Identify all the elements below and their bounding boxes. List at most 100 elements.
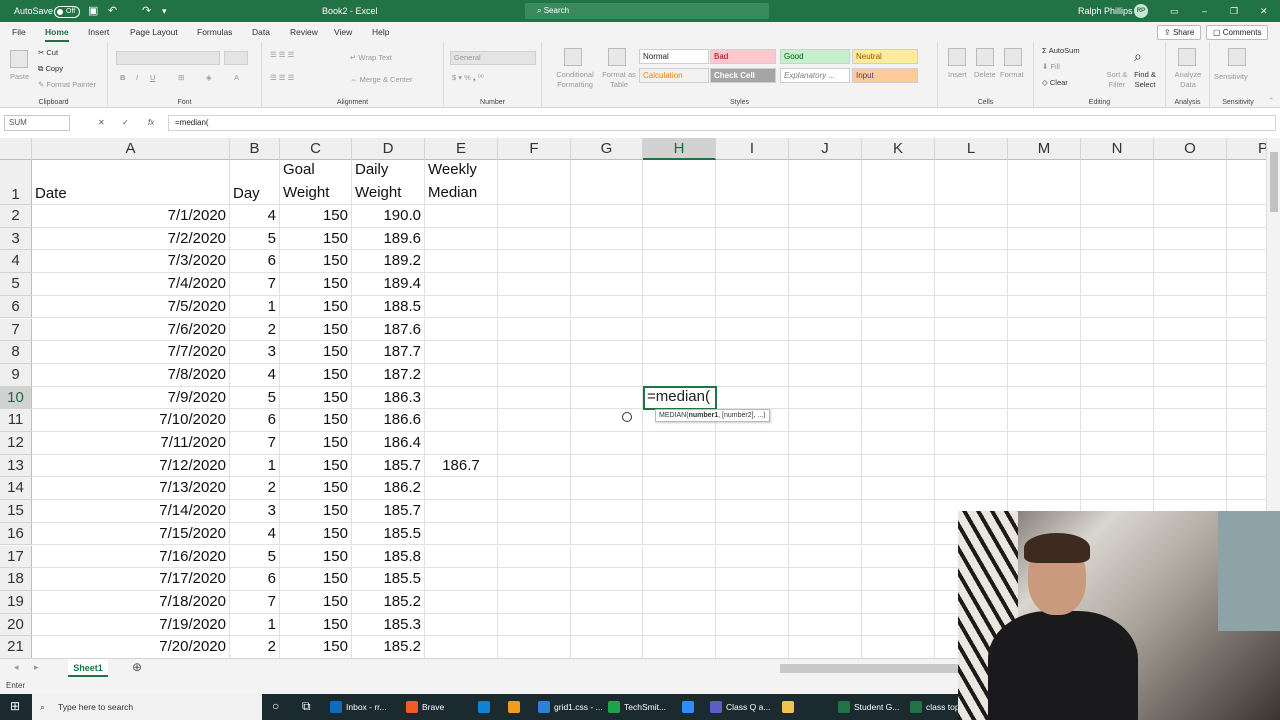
align-left-icon[interactable]: ☰ ☰ ☰ — [270, 73, 294, 82]
row-header-3[interactable]: 3 — [0, 227, 32, 251]
cell-daily[interactable]: 185.3 — [352, 613, 425, 637]
table-cell[interactable] — [1154, 250, 1227, 274]
restore-icon[interactable]: ❐ — [1230, 0, 1238, 22]
header-cell-a[interactable]: Date — [32, 160, 230, 205]
row-header-2[interactable]: 2 — [0, 205, 32, 228]
cell-median[interactable] — [425, 613, 498, 637]
cell-day[interactable]: 4 — [230, 522, 280, 546]
table-cell[interactable] — [571, 386, 643, 410]
cell-daily[interactable]: 189.2 — [352, 250, 425, 274]
taskbar-app-7[interactable]: Class Q a... — [708, 694, 770, 720]
row-header-9[interactable]: 9 — [0, 363, 32, 387]
column-header-i[interactable]: I — [716, 138, 789, 160]
format-cells-button[interactable]: Format — [1000, 70, 1024, 79]
row-header-17[interactable]: 17 — [0, 545, 32, 569]
table-cell[interactable] — [1008, 205, 1081, 228]
table-cell[interactable] — [1081, 386, 1154, 410]
table-cell[interactable] — [498, 500, 571, 523]
taskbar-app-0[interactable]: Inbox - rr... — [328, 694, 387, 720]
tab-review[interactable]: Review — [290, 22, 318, 42]
table-cell[interactable] — [1154, 409, 1227, 432]
cell-daily[interactable]: 189.6 — [352, 227, 425, 251]
cell-date[interactable]: 7/14/2020 — [32, 500, 230, 523]
redo-icon[interactable]: ↷ — [142, 0, 151, 22]
table-cell[interactable] — [716, 590, 789, 614]
table-cell[interactable] — [1154, 295, 1227, 319]
table-cell[interactable] — [571, 295, 643, 319]
cell-day[interactable]: 7 — [230, 273, 280, 296]
table-cell[interactable] — [1008, 432, 1081, 455]
table-cell[interactable] — [643, 568, 716, 591]
table-cell[interactable] — [1227, 455, 1266, 478]
table-cell[interactable] — [862, 522, 935, 546]
format-as-table-button[interactable]: Format as Table — [600, 70, 638, 90]
column-header-d[interactable]: D — [352, 138, 425, 160]
table-cell[interactable] — [716, 432, 789, 455]
table-cell[interactable] — [716, 454, 789, 478]
table-cell[interactable] — [498, 568, 571, 591]
cell-daily[interactable]: 185.7 — [352, 454, 425, 478]
table-cell[interactable] — [571, 250, 643, 274]
table-cell[interactable] — [1227, 273, 1266, 296]
taskbar-app-3[interactable] — [506, 694, 524, 720]
row-header-6[interactable]: 6 — [0, 295, 32, 319]
table-cell[interactable] — [789, 613, 862, 637]
table-cell[interactable] — [1227, 296, 1266, 319]
cell-median[interactable] — [425, 477, 498, 501]
table-cell[interactable] — [498, 295, 571, 319]
column-header-h[interactable]: H — [643, 138, 716, 160]
table-cell[interactable] — [789, 273, 862, 296]
table-cell[interactable] — [1227, 205, 1266, 228]
table-cell[interactable] — [789, 545, 862, 569]
table-cell[interactable] — [716, 273, 789, 296]
cell-daily[interactable]: 190.0 — [352, 205, 425, 228]
table-cell[interactable] — [935, 454, 1008, 478]
cell-daily[interactable]: 188.5 — [352, 295, 425, 319]
table-cell[interactable] — [1227, 228, 1266, 251]
cell-median[interactable] — [425, 227, 498, 251]
style-normal[interactable]: Normal — [639, 49, 709, 64]
cell-date[interactable]: 7/12/2020 — [32, 454, 230, 478]
table-cell[interactable] — [1081, 409, 1154, 432]
table-cell[interactable] — [498, 590, 571, 614]
table-cell[interactable] — [862, 250, 935, 274]
style-check-cell[interactable]: Check Cell — [710, 68, 776, 83]
cell-date[interactable]: 7/5/2020 — [32, 295, 230, 319]
cell-goal[interactable]: 150 — [280, 590, 352, 614]
format-cells-icon[interactable] — [1004, 48, 1022, 66]
cell-goal[interactable]: 150 — [280, 636, 352, 658]
cell-date[interactable]: 7/3/2020 — [32, 250, 230, 274]
function-tooltip[interactable]: MEDIAN(number1, [number2], ...) — [655, 409, 770, 422]
row-header-5[interactable]: 5 — [0, 273, 32, 296]
cell-date[interactable]: 7/10/2020 — [32, 409, 230, 432]
table-cell[interactable] — [935, 295, 1008, 319]
table-cell[interactable] — [789, 454, 862, 478]
table-cell[interactable] — [862, 318, 935, 342]
column-header-j[interactable]: J — [789, 138, 862, 160]
row-header-1[interactable]: 1 — [0, 160, 32, 205]
table-cell[interactable] — [498, 227, 571, 251]
cell-goal[interactable]: 150 — [280, 363, 352, 387]
cell-median[interactable] — [425, 295, 498, 319]
taskbar-search-box[interactable]: ⌕ Type here to search — [32, 694, 262, 720]
table-cell[interactable] — [789, 636, 862, 658]
table-cell[interactable] — [789, 205, 862, 228]
table-cell[interactable] — [1081, 454, 1154, 478]
table-cell[interactable] — [643, 454, 716, 478]
table-cell[interactable] — [571, 227, 643, 251]
cell-day[interactable]: 5 — [230, 545, 280, 569]
table-cell[interactable] — [789, 363, 862, 387]
style-input[interactable]: Input — [852, 68, 918, 83]
tab-formulas[interactable]: Formulas — [197, 22, 232, 42]
table-cell[interactable] — [935, 409, 1008, 432]
table-cell[interactable] — [1008, 477, 1081, 501]
table-cell[interactable] — [1081, 227, 1154, 251]
font-size-select[interactable] — [224, 51, 248, 65]
cell-median[interactable] — [425, 205, 498, 228]
cell-goal[interactable]: 150 — [280, 454, 352, 478]
table-cell[interactable] — [716, 613, 789, 637]
close-icon[interactable]: ✕ — [1260, 0, 1268, 22]
style-neutral[interactable]: Neutral — [852, 49, 918, 64]
table-cell[interactable] — [498, 250, 571, 274]
table-cell[interactable] — [571, 409, 643, 432]
